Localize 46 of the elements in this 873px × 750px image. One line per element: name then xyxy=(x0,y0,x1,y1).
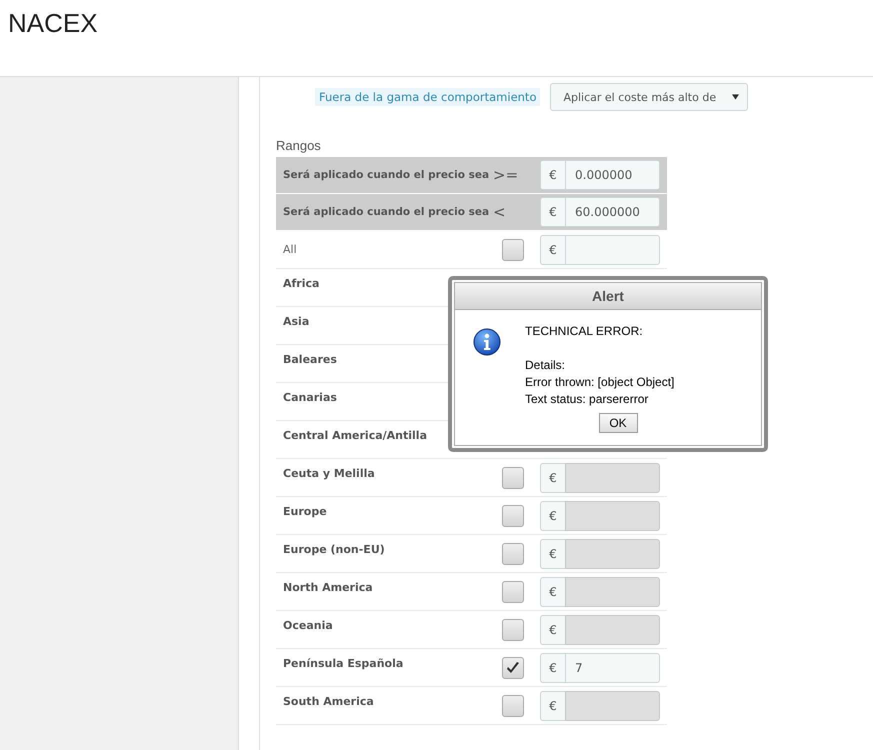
zone-label: Baleares xyxy=(283,352,337,366)
ok-button[interactable]: OK xyxy=(598,413,638,433)
currency-label: € xyxy=(540,538,565,568)
currency-label: € xyxy=(540,197,565,227)
zone-label: Europe xyxy=(283,504,327,518)
currency-label: € xyxy=(540,614,565,644)
dropdown[interactable]: Aplicar el coste más alto de xyxy=(550,83,748,111)
message-text: TECHNICAL ERROR: xyxy=(525,323,644,340)
zone-label: Canarias xyxy=(283,390,337,404)
currency-label: € xyxy=(540,462,565,492)
app-title: NACEX xyxy=(8,8,98,38)
caret-icon xyxy=(732,94,740,100)
checkbox[interactable] xyxy=(502,238,524,260)
check-icon xyxy=(505,660,521,676)
zone-label: North America xyxy=(283,580,373,594)
field-label: Fuera de la gama de comportamiento xyxy=(315,88,540,106)
input-field[interactable]: 60.000000 xyxy=(565,197,660,227)
currency-label: € xyxy=(540,500,565,530)
input-field[interactable]: 0.000000 xyxy=(565,160,660,190)
message-text: Text status: parsererror xyxy=(525,391,650,408)
currency-label: € xyxy=(540,234,565,264)
section-title: Rangos xyxy=(276,137,322,155)
dialog-title: Alert xyxy=(455,283,761,310)
currency-label: € xyxy=(540,576,565,606)
info-icon xyxy=(473,328,501,356)
message-text: Error thrown: [object Object] xyxy=(525,374,674,391)
zone-label: Europe (non-EU) xyxy=(283,542,385,556)
zone-label: South America xyxy=(283,694,374,708)
operator-label: >= xyxy=(493,166,520,184)
operator-label: < xyxy=(493,203,507,221)
zone-label: Africa xyxy=(283,276,320,290)
checkbox[interactable] xyxy=(502,656,524,678)
input-field[interactable] xyxy=(565,234,660,264)
zone-label: Península Española xyxy=(283,656,404,670)
zone-label: Central America/Antilla xyxy=(283,428,427,442)
zone-label: Oceania xyxy=(283,618,333,632)
currency-label: € xyxy=(540,690,565,720)
zone-label: All xyxy=(283,243,297,256)
zone-label: Ceuta y Melilla xyxy=(283,466,375,480)
input-field[interactable]: 7 xyxy=(565,652,660,682)
zone-label: Asia xyxy=(283,314,310,328)
currency-label: € xyxy=(540,160,565,190)
currency-label: € xyxy=(540,652,565,682)
row-label: Será aplicado cuando el precio sea xyxy=(283,206,490,218)
message-text: Details: xyxy=(525,357,566,374)
row-label: Será aplicado cuando el precio sea xyxy=(283,169,490,181)
